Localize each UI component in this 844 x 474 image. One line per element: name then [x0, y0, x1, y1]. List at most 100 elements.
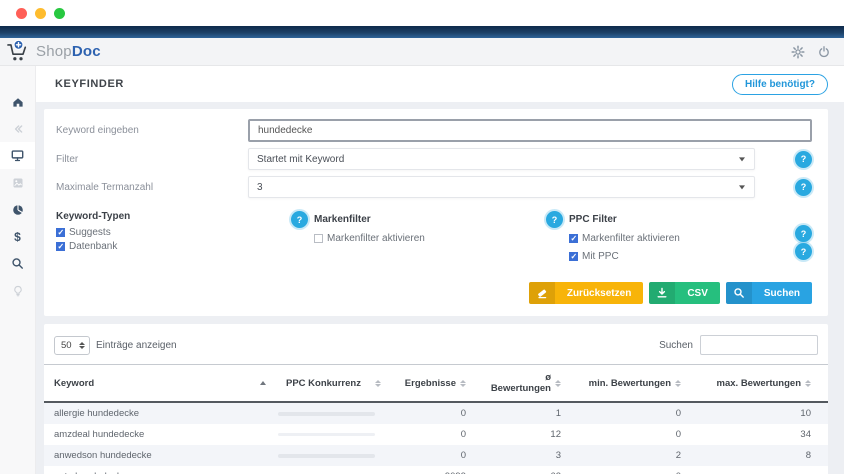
column-header-min-bewertungen[interactable]: min. Bewertungen — [571, 365, 691, 403]
cell-min-bewertungen: 0 — [571, 466, 691, 474]
sidebar-item-analytics[interactable] — [0, 196, 35, 223]
checkbox-mit-ppc-label: Mit PPC — [582, 251, 619, 262]
gear-icon[interactable] — [791, 45, 805, 59]
top-accent-bar — [0, 26, 844, 38]
ppc-filter-help-button[interactable]: ? — [546, 211, 563, 228]
column-header-keyword[interactable]: Keyword — [44, 365, 276, 403]
filter-select[interactable]: Startet mit Keyword — [248, 148, 755, 170]
checkbox-mit-ppc-box[interactable] — [569, 252, 578, 261]
checkbox-mit-ppc[interactable]: Mit PPC — [569, 251, 812, 262]
reset-button[interactable]: Zurücksetzen — [529, 282, 643, 304]
cell-avg-bewertungen: 12 — [476, 424, 571, 445]
keyword-input[interactable] — [248, 119, 812, 142]
brand-filter-section: ? Markenfilter Markenfilter aktivieren — [291, 211, 546, 269]
table-body: allergie hundedecke 0 1 0 10 amzdeal hun… — [44, 402, 828, 474]
table-row[interactable]: anwedson hundedecke 0 3 2 8 — [44, 445, 828, 466]
sort-both-icon — [555, 380, 561, 387]
home-icon — [12, 96, 24, 108]
table-search-label: Suchen — [659, 340, 693, 351]
cell-ergebnisse: 9099 — [391, 466, 476, 474]
column-header-avg-bewertungen[interactable]: ø Bewertungen — [476, 365, 571, 403]
collapse-icon — [12, 123, 24, 135]
keyword-types-section: Keyword-Typen Suggests Datenbank — [56, 211, 291, 269]
csv-button-label: CSV — [675, 288, 720, 299]
keyword-label: Keyword eingeben — [56, 125, 248, 136]
dollar-icon: $ — [14, 230, 21, 244]
checkbox-brand-filter-box[interactable] — [314, 234, 323, 243]
close-window-button[interactable] — [16, 8, 27, 19]
cell-keyword: anwedson hundedecke — [44, 445, 276, 466]
checkbox-datenbank-box[interactable] — [56, 242, 65, 251]
cell-ppc-konkurrenz — [276, 466, 391, 474]
app-window: ShopDoc — [0, 0, 844, 474]
cell-min-bewertungen: 2 — [571, 445, 691, 466]
page-header: KEYFINDER Hilfe benötigt? — [36, 66, 844, 102]
checkbox-ppc-brand-filter-box[interactable] — [569, 234, 578, 243]
search-icon — [11, 257, 24, 270]
ppc-brand-filter-help-button[interactable]: ? — [795, 225, 812, 242]
ppc-filter-title: PPC Filter — [569, 214, 617, 225]
table-search-input[interactable] — [700, 335, 818, 355]
cell-min-bewertungen: 0 — [571, 424, 691, 445]
cell-ergebnisse: 0 — [391, 445, 476, 466]
max-terms-label: Maximale Termanzahl — [56, 182, 248, 193]
column-header-ergebnisse[interactable]: Ergebnisse — [391, 365, 476, 403]
brand-logo[interactable]: ShopDoc — [6, 40, 101, 63]
eraser-icon — [529, 282, 555, 304]
table-row[interactable]: allergie hundedecke 0 1 0 10 — [44, 402, 828, 424]
checkbox-ppc-brand-filter-label: Markenfilter aktivieren — [582, 233, 680, 244]
filter-help-button[interactable]: ? — [795, 151, 812, 168]
max-terms-select[interactable]: 3 — [248, 176, 755, 198]
need-help-button[interactable]: Hilfe benötigt? — [732, 74, 828, 95]
sidebar-item-keyfinder[interactable] — [0, 142, 35, 169]
zoom-window-button[interactable] — [54, 8, 65, 19]
search-button[interactable]: Suchen — [726, 282, 812, 304]
sort-both-icon — [375, 380, 381, 387]
brand-filter-help-button[interactable]: ? — [291, 211, 308, 228]
brand-filter-title: Markenfilter — [314, 214, 371, 225]
magnifier-icon — [726, 282, 752, 304]
entries-label: Einträge anzeigen — [96, 340, 177, 351]
sidebar-item-pricing[interactable]: $ — [0, 223, 35, 250]
mit-ppc-help-button[interactable]: ? — [795, 243, 812, 260]
max-terms-select-value: 3 — [257, 182, 263, 193]
cell-max-bewertungen: 34 — [691, 424, 828, 445]
search-button-label: Suchen — [752, 288, 812, 299]
csv-export-button[interactable]: CSV — [649, 282, 720, 304]
minimize-window-button[interactable] — [35, 8, 46, 19]
sidebar-item-home[interactable] — [0, 88, 35, 115]
checkbox-suggests-box[interactable] — [56, 228, 65, 237]
checkbox-brand-filter-label: Markenfilter aktivieren — [327, 233, 425, 244]
download-icon — [649, 282, 675, 304]
table-row[interactable]: auto hundedecke 9099 62 0 — [44, 466, 828, 474]
ppc-competition-bar — [278, 412, 375, 416]
checkbox-ppc-brand-filter[interactable]: Markenfilter aktivieren — [569, 233, 812, 244]
cell-keyword: auto hundedecke — [44, 466, 276, 474]
sidebar-item-ideas[interactable] — [0, 277, 35, 304]
table-row[interactable]: amzdeal hundedecke 0 12 0 34 — [44, 424, 828, 445]
filter-select-value: Startet mit Keyword — [257, 154, 344, 165]
column-header-ppc-konkurrenz[interactable]: PPC Konkurrenz — [276, 365, 391, 403]
sidebar-item-search[interactable] — [0, 250, 35, 277]
monitor-icon — [11, 149, 24, 162]
checkbox-brand-filter[interactable]: Markenfilter aktivieren — [314, 233, 546, 244]
cell-min-bewertungen: 0 — [571, 402, 691, 424]
sidebar-item-media[interactable] — [0, 169, 35, 196]
page-length-select[interactable]: 50 — [54, 336, 90, 355]
sidebar: $ — [0, 66, 36, 474]
cell-max-bewertungen: 8 — [691, 445, 828, 466]
cell-max-bewertungen — [691, 466, 828, 474]
checkbox-datenbank[interactable]: Datenbank — [56, 241, 291, 252]
page-title: KEYFINDER — [55, 78, 124, 90]
brand-name: ShopDoc — [36, 43, 101, 60]
max-terms-help-button[interactable]: ? — [795, 179, 812, 196]
checkbox-suggests[interactable]: Suggests — [56, 227, 291, 238]
image-icon — [12, 177, 24, 189]
checkbox-suggests-label: Suggests — [69, 227, 111, 238]
sidebar-item-collapse[interactable] — [0, 115, 35, 142]
results-table: Keyword PPC Konkurrenz Ergebnisse ø Bewe… — [44, 364, 828, 474]
ppc-filter-section: ? PPC Filter Markenfilter aktivieren Mit… — [546, 211, 812, 269]
power-icon[interactable] — [818, 46, 830, 58]
column-header-max-bewertungen[interactable]: max. Bewertungen — [691, 365, 828, 403]
titlebar — [0, 0, 844, 26]
